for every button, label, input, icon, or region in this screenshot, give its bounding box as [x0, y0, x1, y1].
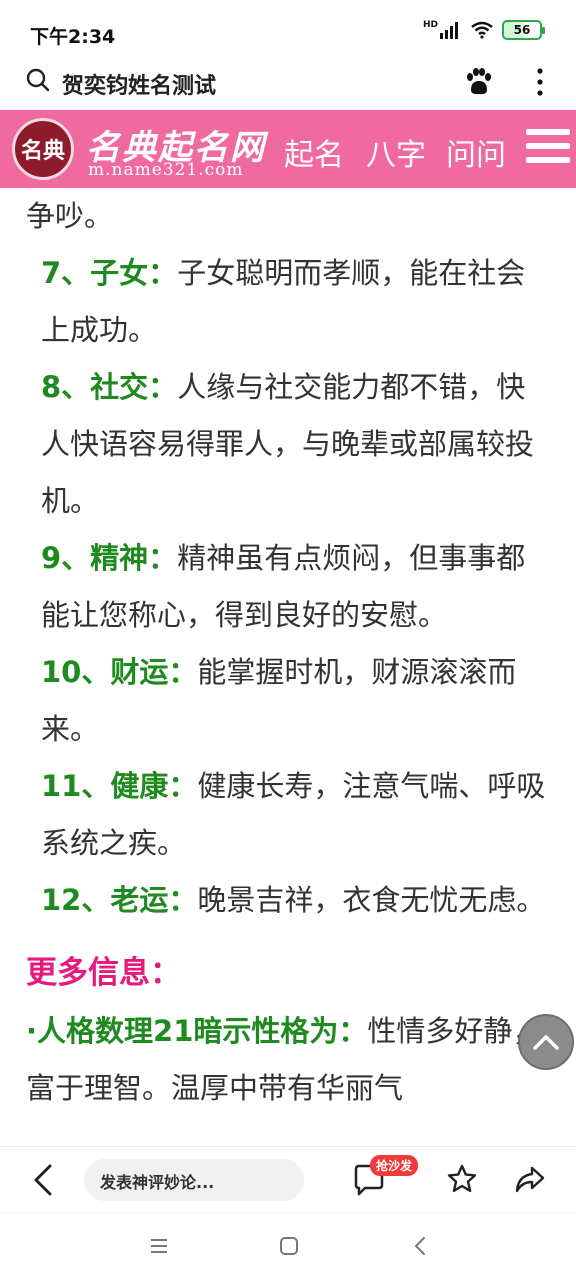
item-label: ·人格数理21暗示性格为：	[26, 1014, 368, 1048]
more-info-heading: 更多信息：	[26, 955, 181, 991]
article-content: 争吵。 7、子女：子女聪明而孝顺，能在社会上成功。 8、社交：人缘与社交能力都不…	[26, 188, 546, 1146]
item-label: 8、社交：	[41, 370, 178, 404]
search-icon[interactable]	[26, 68, 50, 92]
chevron-up-icon	[533, 1035, 559, 1050]
item-label: 11、健康：	[41, 769, 198, 803]
scroll-to-top-button[interactable]	[518, 1014, 574, 1070]
battery-level: 56	[513, 23, 531, 37]
more-info-item: ·人格数理21暗示性格为：性情多好静，富于理智。温厚中带有华丽气	[26, 1003, 546, 1117]
more-options-icon[interactable]	[530, 66, 550, 98]
star-icon[interactable]	[446, 1163, 478, 1195]
paw-icon[interactable]	[462, 66, 494, 98]
item-social: 8、社交：人缘与社交能力都不错，快人快语容易得罪人，与晚辈或部属较投机。	[26, 359, 546, 530]
item-label: 10、财运：	[41, 655, 198, 689]
search-query[interactable]: 贺奕钧姓名测试	[62, 68, 216, 100]
lead-paragraph: 争吵。	[26, 199, 114, 233]
system-nav-bar	[0, 1212, 576, 1280]
comment-badge: 抢沙发	[370, 1155, 419, 1176]
hd-label: HD	[422, 20, 438, 30]
signal-icon	[440, 22, 458, 39]
item-spirit: 9、精神：精神虽有点烦闷，但事事都能让您称心，得到良好的安慰。	[26, 530, 546, 644]
status-icons: HD 56	[422, 20, 545, 40]
browser-search-bar[interactable]: 贺奕钧姓名测试	[0, 56, 576, 108]
item-health: 11、健康：健康长寿，注意气喘、呼吸系统之疾。	[26, 758, 546, 872]
site-logo-url: m.name321.com	[88, 160, 244, 180]
home-icon[interactable]	[278, 1235, 300, 1257]
nav-wenwen[interactable]: 问问	[446, 130, 506, 174]
item-old-age: 12、老运：晚景吉祥，衣食无忧无虑。	[26, 872, 546, 929]
share-icon[interactable]	[514, 1163, 546, 1195]
item-children: 7、子女：子女聪明而孝顺，能在社会上成功。	[26, 245, 546, 359]
item-text: 晚景吉祥，衣食无忧无虑。	[197, 883, 546, 917]
item-wealth: 10、财运：能掌握时机，财源滚滚而来。	[26, 644, 546, 758]
item-label: 12、老运：	[41, 883, 198, 917]
site-header: 名典 名典起名网 m.name321.com 起名 八字 问问	[0, 110, 576, 188]
wifi-icon	[471, 21, 493, 39]
recent-apps-icon[interactable]	[148, 1235, 170, 1257]
back-arrow-icon[interactable]	[30, 1163, 58, 1197]
bottom-toolbar: 发表神评妙论... 抢沙发	[0, 1146, 576, 1212]
system-back-icon[interactable]	[410, 1235, 432, 1257]
battery-icon: 56	[502, 20, 545, 40]
item-label: 7、子女：	[41, 256, 178, 290]
comment-input[interactable]: 发表神评妙论...	[84, 1159, 304, 1201]
menu-icon[interactable]	[526, 129, 570, 167]
item-label: 9、精神：	[41, 541, 178, 575]
nav-qiming[interactable]: 起名	[284, 130, 344, 174]
status-time: 下午2:34	[30, 26, 116, 48]
site-logo[interactable]: 名典	[12, 118, 74, 180]
nav-bazi[interactable]: 八字	[366, 130, 426, 174]
status-bar: 下午2:34 HD 56	[0, 0, 576, 64]
